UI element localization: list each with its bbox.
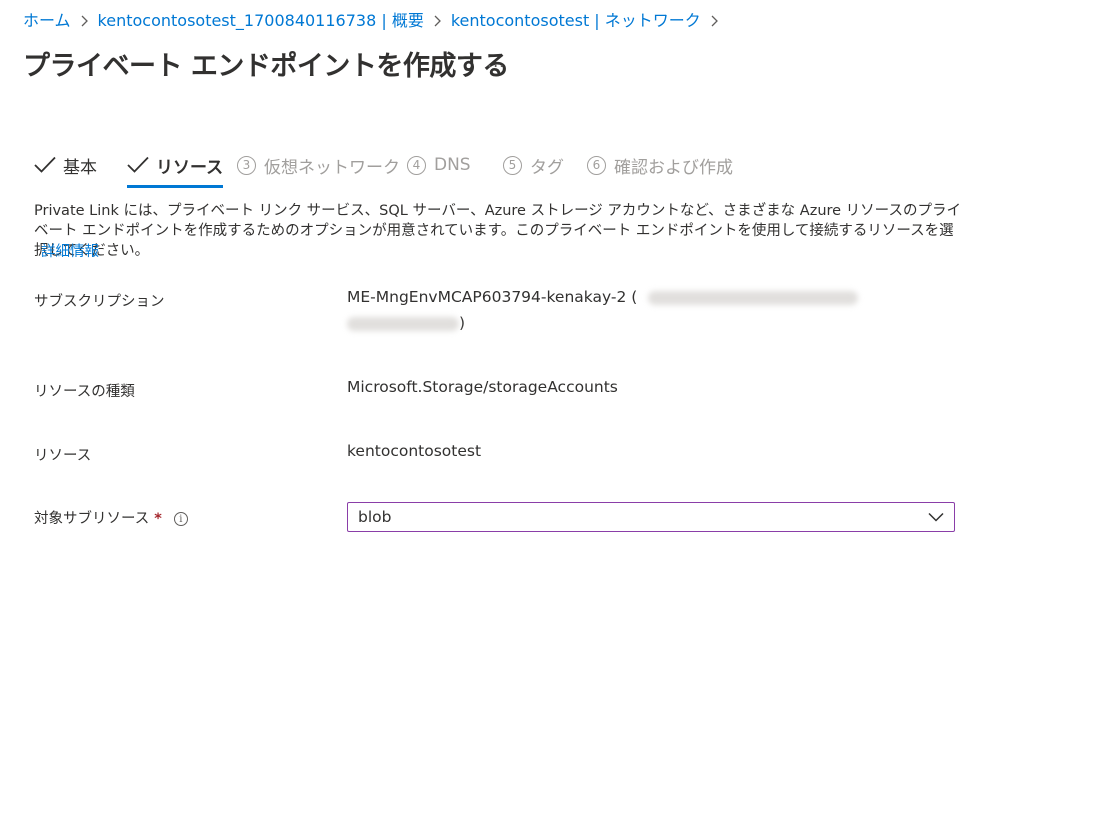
target-subresource-dropdown[interactable]: blob [347, 502, 955, 532]
wizard-tabs: 基本 リソース 3 仮想ネットワーク 4 DNS 5 タグ 6 確認および作成 [34, 148, 794, 188]
step-number: 3 [237, 155, 256, 175]
resource-type-label: リソースの種類 [34, 384, 135, 400]
learn-more-link[interactable]: 詳細情報 [41, 240, 99, 261]
step-number: 5 [503, 155, 522, 175]
breadcrumb-home[interactable]: ホーム [23, 10, 71, 32]
more-options-button[interactable]: ... [487, 52, 505, 71]
subscription-label: サブスクリプション [34, 294, 165, 310]
chevron-down-icon [928, 512, 944, 522]
tab-dns[interactable]: 4 DNS [407, 148, 471, 182]
chevron-right-icon [710, 15, 719, 27]
tab-label: タグ [530, 157, 564, 178]
checkmark-icon [127, 156, 149, 173]
chevron-right-icon [433, 15, 442, 27]
step-number: 6 [587, 155, 606, 175]
breadcrumb-network[interactable]: kentocontosotest | ネットワーク [451, 10, 701, 32]
tab-label: DNS [434, 155, 471, 175]
page-title: プライベート エンドポイントを作成する [23, 51, 509, 82]
tab-tags[interactable]: 5 タグ [503, 148, 564, 182]
tab-basics[interactable]: 基本 [34, 148, 97, 182]
tab-virtual-network[interactable]: 3 仮想ネットワーク [237, 148, 400, 182]
subscription-value-line2: ) [347, 314, 465, 332]
subscription-value: ME-MngEnvMCAP603794-kenakay-2 ( [347, 288, 859, 306]
target-subresource-label-row: 対象サブリソース * i [34, 507, 188, 528]
breadcrumb-storage-overview[interactable]: kentocontosotest_1700840116738 | 概要 [98, 10, 424, 32]
resource-value: kentocontosotest [347, 442, 482, 460]
tab-resource[interactable]: リソース [127, 148, 224, 188]
page: ホーム kentocontosotest_1700840116738 | 概要 … [0, 0, 1101, 820]
breadcrumb: ホーム kentocontosotest_1700840116738 | 概要 … [23, 10, 728, 32]
dropdown-selected-value: blob [358, 508, 392, 526]
step-number: 4 [407, 155, 426, 175]
subscription-close-paren: ) [459, 314, 466, 332]
subscription-name: ME-MngEnvMCAP603794-kenakay-2 ( [347, 288, 638, 306]
required-asterisk: * [154, 511, 162, 527]
redacted-subscription-id [347, 316, 459, 331]
target-subresource-label: 対象サブリソース [34, 511, 150, 527]
active-tab-indicator [127, 185, 224, 188]
resource-type-value: Microsoft.Storage/storageAccounts [347, 378, 618, 396]
tab-review-create[interactable]: 6 確認および作成 [587, 148, 733, 182]
description-text: Private Link には、プライベート リンク サービス、SQL サーバー… [34, 203, 961, 259]
redacted-subscription-id [648, 290, 859, 305]
info-icon[interactable]: i [173, 512, 188, 526]
tab-label: リソース [156, 157, 224, 178]
chevron-right-icon [80, 15, 89, 27]
tab-label: 基本 [63, 157, 97, 178]
checkmark-icon [34, 156, 56, 173]
tab-label: 確認および作成 [614, 157, 733, 178]
resource-label: リソース [34, 448, 92, 464]
tab-label: 仮想ネットワーク [264, 157, 400, 178]
